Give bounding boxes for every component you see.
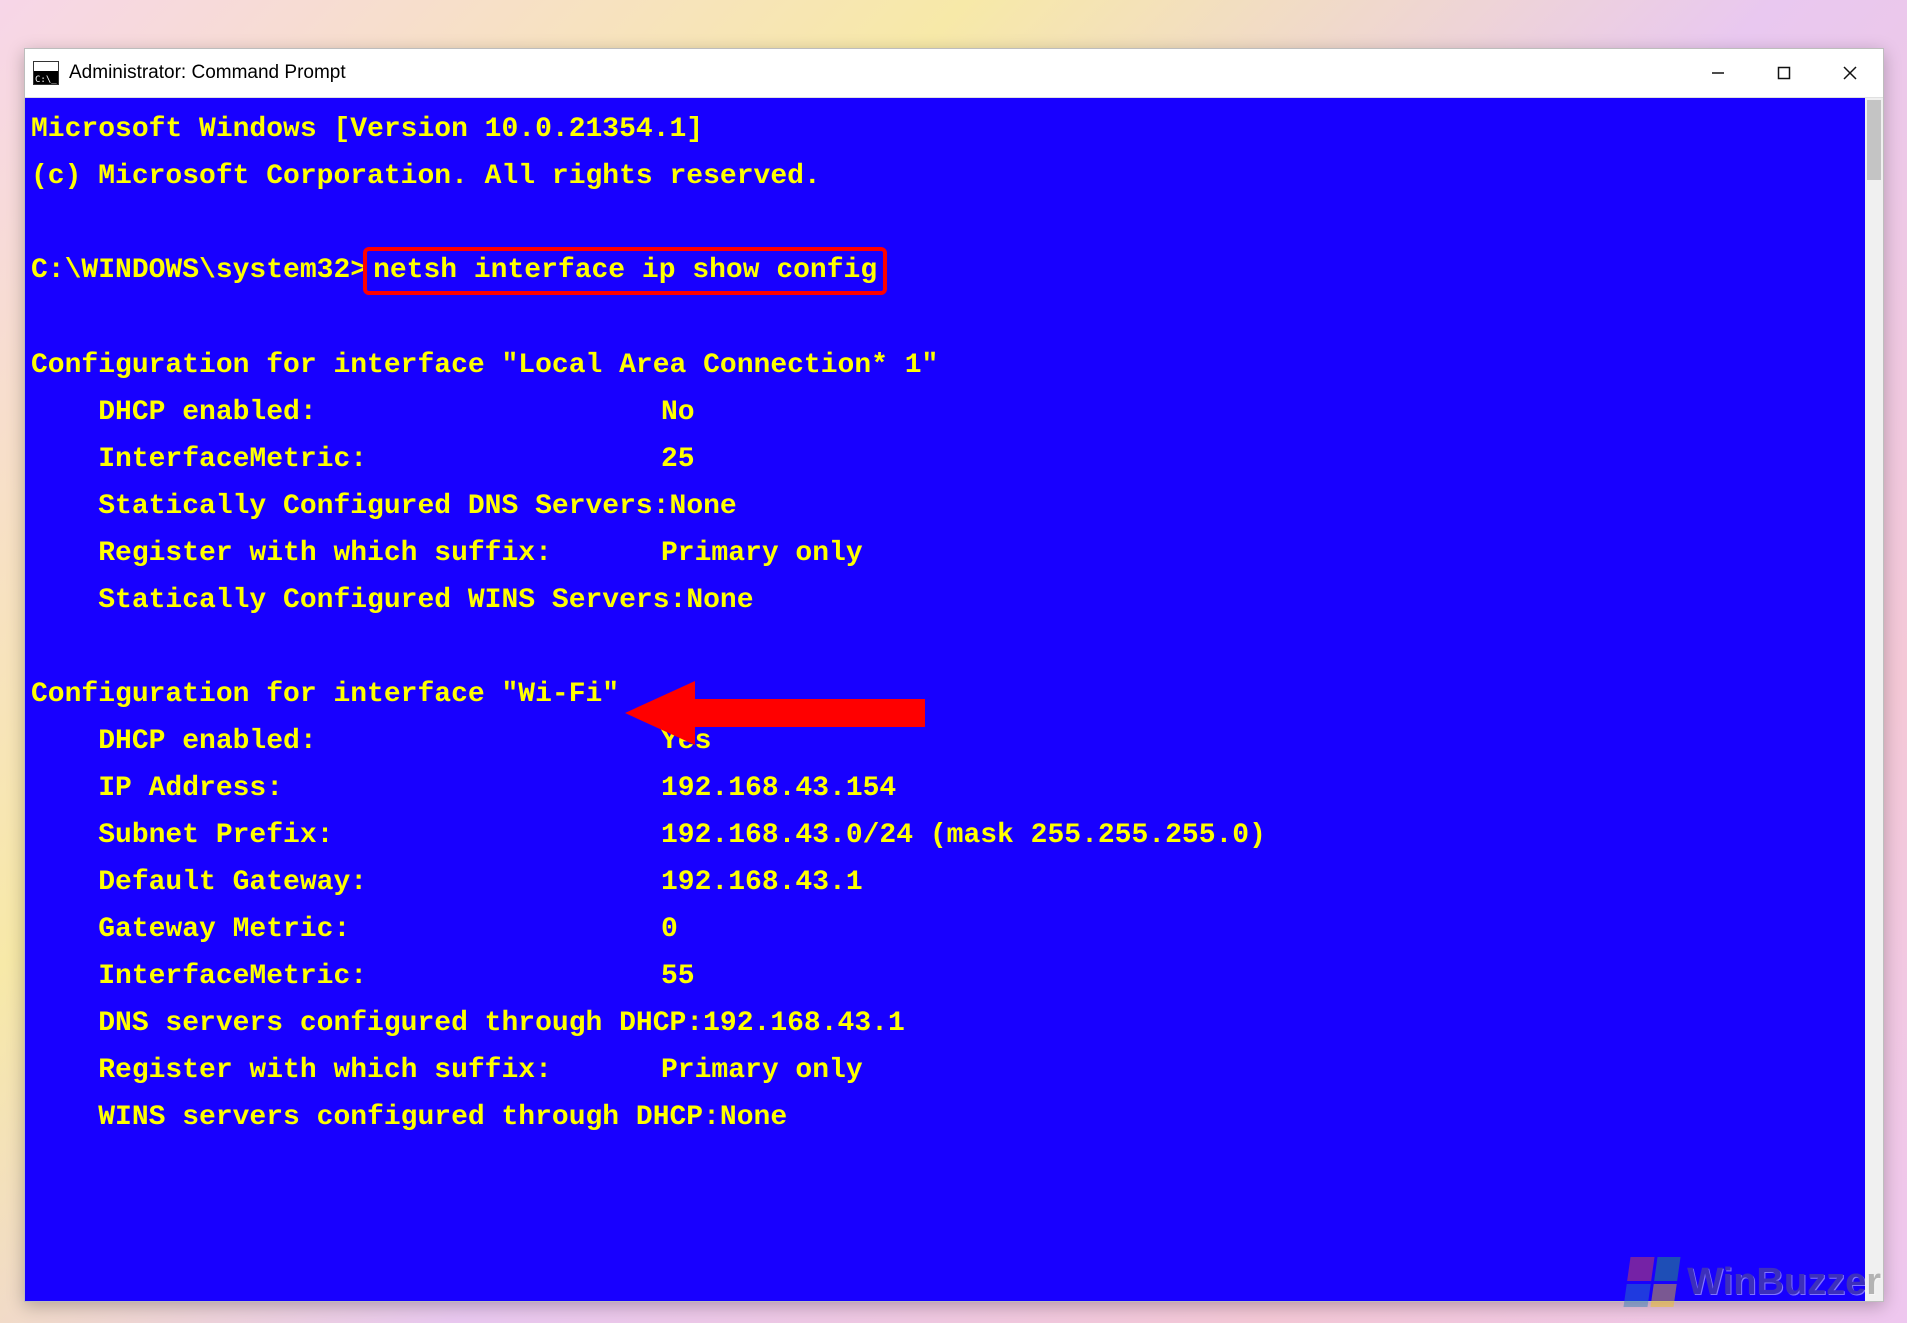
- cmd-icon: [33, 61, 59, 85]
- config-row: Statically Configured DNS Servers:None: [31, 483, 1855, 530]
- config-row-value: 192.168.43.1: [661, 867, 863, 898]
- window-client-area: Microsoft Windows [Version 10.0.21354.1]…: [25, 98, 1883, 1301]
- config-section-header: Configuration for interface "Wi-Fi": [31, 671, 1855, 718]
- config-row-value: Primary only: [661, 1055, 863, 1086]
- config-row-value: Primary only: [661, 538, 863, 569]
- config-row: Register with which suffix:Primary only: [31, 530, 1855, 577]
- terminal-output[interactable]: Microsoft Windows [Version 10.0.21354.1]…: [25, 98, 1865, 1301]
- config-row-label: Gateway Metric:: [31, 906, 661, 953]
- config-row-value: None: [670, 491, 737, 522]
- scrollbar-vertical[interactable]: [1865, 98, 1883, 1301]
- config-row-label: DHCP enabled:: [31, 389, 661, 436]
- titlebar[interactable]: Administrator: Command Prompt: [25, 49, 1883, 98]
- cmd-window: Administrator: Command Prompt Microsoft …: [24, 48, 1884, 1302]
- config-row: DNS servers configured through DHCP:192.…: [31, 1000, 1855, 1047]
- config-row-label: Default Gateway:: [31, 859, 661, 906]
- config-row-value: 55: [661, 961, 695, 992]
- config-row: Default Gateway:192.168.43.1: [31, 859, 1855, 906]
- config-row-value: Yes: [661, 726, 711, 757]
- config-row: IP Address:192.168.43.154: [31, 765, 1855, 812]
- command-highlight-box: netsh interface ip show config: [363, 247, 887, 295]
- config-row-label: DNS servers configured through DHCP:: [31, 1000, 703, 1047]
- config-row: InterfaceMetric:55: [31, 953, 1855, 1000]
- maximize-button[interactable]: [1751, 49, 1817, 97]
- config-row-label: InterfaceMetric:: [31, 436, 661, 483]
- config-row: Subnet Prefix:192.168.43.0/24 (mask 255.…: [31, 812, 1855, 859]
- terminal-prompt-path: C:\WINDOWS\system32>: [31, 255, 367, 286]
- window-controls: [1685, 49, 1883, 97]
- config-row-label: IP Address:: [31, 765, 661, 812]
- config-section-header: Configuration for interface "Local Area …: [31, 342, 1855, 389]
- config-row: DHCP enabled:Yes: [31, 718, 1855, 765]
- config-row: DHCP enabled:No: [31, 389, 1855, 436]
- config-row-value: 192.168.43.1: [703, 1008, 905, 1039]
- config-row: InterfaceMetric:25: [31, 436, 1855, 483]
- terminal-prompt-line: C:\WINDOWS\system32>netsh interface ip s…: [31, 247, 1855, 295]
- close-icon: [1842, 65, 1858, 81]
- terminal-blank-line: [31, 1141, 1855, 1188]
- window-title: Administrator: Command Prompt: [69, 62, 346, 84]
- config-row-label: DHCP enabled:: [31, 718, 661, 765]
- config-row-label: Register with which suffix:: [31, 1047, 661, 1094]
- config-row-value: None: [686, 585, 753, 616]
- terminal-banner-line: (c) Microsoft Corporation. All rights re…: [31, 153, 1855, 200]
- close-button[interactable]: [1817, 49, 1883, 97]
- config-row-label: InterfaceMetric:: [31, 953, 661, 1000]
- config-row-label: Statically Configured WINS Servers:: [31, 577, 686, 624]
- config-row-value: None: [720, 1102, 787, 1133]
- minimize-icon: [1710, 65, 1726, 81]
- terminal-blank-line: [31, 295, 1855, 342]
- terminal-blank-line: [31, 200, 1855, 247]
- config-row-value: 25: [661, 444, 695, 475]
- minimize-button[interactable]: [1685, 49, 1751, 97]
- config-row-value: 0: [661, 914, 678, 945]
- config-row-label: Register with which suffix:: [31, 530, 661, 577]
- config-row-label: Subnet Prefix:: [31, 812, 661, 859]
- config-row-label: WINS servers configured through DHCP:: [31, 1094, 720, 1141]
- config-row-value: 192.168.43.0/24 (mask 255.255.255.0): [661, 820, 1266, 851]
- terminal-banner-line: Microsoft Windows [Version 10.0.21354.1]: [31, 106, 1855, 153]
- maximize-icon: [1777, 66, 1791, 80]
- desktop-background: Administrator: Command Prompt Microsoft …: [0, 0, 1907, 1323]
- config-row: Gateway Metric:0: [31, 906, 1855, 953]
- scrollbar-thumb[interactable]: [1867, 100, 1881, 180]
- config-row-label: Statically Configured DNS Servers:: [31, 483, 670, 530]
- config-row: Statically Configured WINS Servers:None: [31, 577, 1855, 624]
- terminal-blank-line: [31, 624, 1855, 671]
- config-row: WINS servers configured through DHCP:Non…: [31, 1094, 1855, 1141]
- config-row-value: No: [661, 397, 695, 428]
- config-row-value: 192.168.43.154: [661, 773, 896, 804]
- config-row: Register with which suffix:Primary only: [31, 1047, 1855, 1094]
